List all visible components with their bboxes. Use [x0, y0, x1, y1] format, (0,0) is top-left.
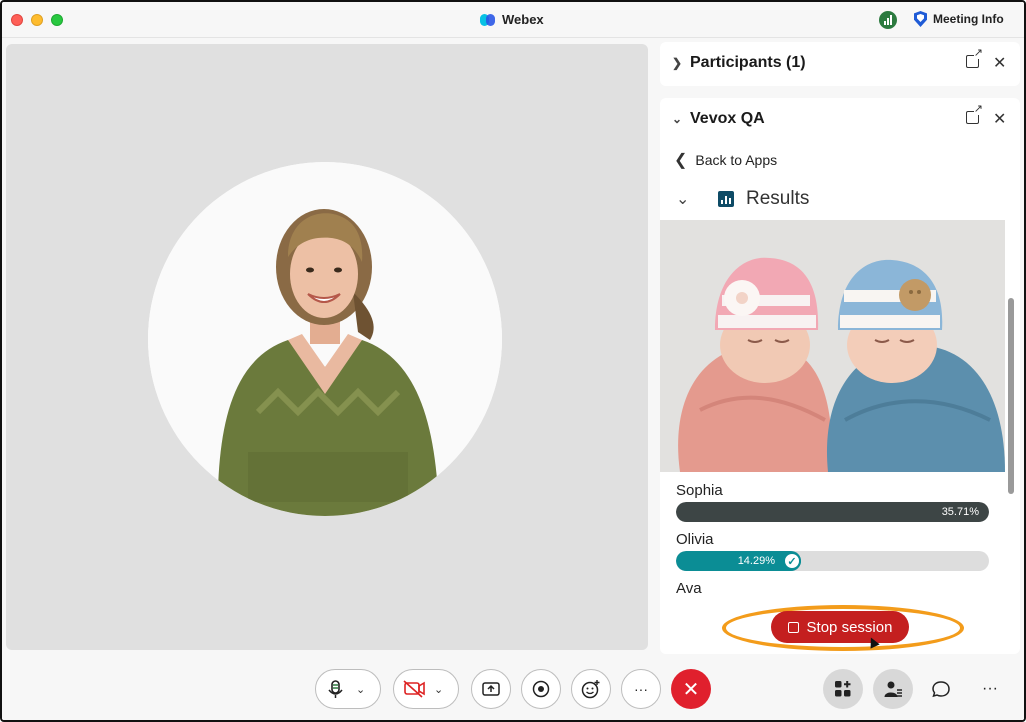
app-title-text: Webex [502, 12, 544, 27]
chevron-down-icon[interactable]: ⌄ [434, 683, 443, 696]
back-to-apps-label: Back to Apps [695, 152, 778, 168]
reactions-icon [581, 680, 600, 699]
chevron-down-icon[interactable]: ⌄ [356, 683, 365, 696]
popout-icon[interactable] [966, 104, 983, 124]
back-to-apps-link[interactable]: ❮ Back to Apps [674, 150, 777, 170]
zoom-window-button[interactable] [51, 14, 63, 26]
mute-button[interactable]: ⌄ [315, 669, 381, 709]
end-call-button[interactable]: ✕ [671, 669, 711, 709]
overflow-button[interactable]: ··· [972, 669, 1008, 709]
microphone-icon [328, 680, 343, 698]
share-icon [482, 682, 500, 696]
close-window-button[interactable] [11, 14, 23, 26]
chevron-down-icon: ⌄ [676, 191, 690, 208]
participants-button[interactable] [873, 669, 913, 709]
end-call-icon: ✕ [682, 678, 700, 701]
results-chart-icon [718, 191, 734, 207]
option-name: Ava [676, 580, 702, 596]
result-bar-track: 14.29% ✓ [676, 551, 989, 571]
chevron-left-icon: ❮ [674, 152, 688, 169]
participants-panel: ❯ Participants (1) ✕ [660, 42, 1020, 86]
more-button[interactable]: ··· [621, 669, 661, 709]
shield-icon [914, 11, 927, 27]
chat-button[interactable] [923, 669, 959, 709]
share-button[interactable] [471, 669, 511, 709]
title-bar: Webex Meeting Info [2, 2, 1024, 38]
result-option-sophia: Sophia 35.71% [676, 482, 989, 522]
option-name: Olivia [676, 531, 714, 548]
results-scrollbar[interactable] [1008, 298, 1014, 494]
video-stage [6, 44, 648, 650]
chevron-down-icon: ⌄ [672, 112, 683, 126]
stop-session-button[interactable]: Stop session [771, 611, 909, 643]
result-bar-track: 35.71% [676, 502, 989, 522]
overflow-icon: ··· [982, 680, 998, 697]
participants-icon [884, 681, 902, 697]
results-label: Results [746, 188, 810, 209]
result-percent: 35.71% [941, 506, 979, 518]
minimize-window-button[interactable] [31, 14, 43, 26]
signal-icon[interactable] [879, 11, 897, 29]
record-icon [532, 680, 550, 698]
record-button[interactable] [521, 669, 561, 709]
participants-header[interactable]: ❯ Participants (1) [672, 54, 806, 72]
video-off-icon [403, 680, 425, 698]
vevox-header[interactable]: ⌄ Vevox QA [672, 110, 765, 128]
option-name: Sophia [676, 482, 723, 499]
meeting-toolbar: ⌄ ⌄ ··· ✕ ··· [2, 658, 1024, 720]
chevron-right-icon: ❯ [672, 56, 683, 70]
meeting-info-button[interactable]: Meeting Info [914, 11, 1004, 27]
apps-icon [835, 681, 851, 697]
vevox-panel: ⌄ Vevox QA ✕ ❮ Back to Apps ⌄ Results [660, 98, 1020, 654]
result-bar-fill: 35.71% [676, 502, 989, 522]
result-option-olivia: Olivia 14.29% ✓ [676, 531, 989, 571]
vevox-title: Vevox QA [690, 110, 765, 127]
webex-logo-icon [480, 13, 496, 26]
result-bar-fill: 14.29% ✓ [676, 551, 801, 571]
result-percent: 14.29% [737, 555, 775, 567]
apps-button[interactable] [823, 669, 863, 709]
results-header[interactable]: ⌄ Results [676, 188, 809, 210]
check-icon: ✓ [783, 552, 801, 570]
participants-title: Participants (1) [690, 54, 806, 71]
meeting-info-label: Meeting Info [933, 12, 1004, 26]
app-window: Webex Meeting Info ❯ Participants (1) ↗ … [0, 0, 1026, 722]
video-button[interactable]: ⌄ [393, 669, 459, 709]
result-option-ava: Ava [676, 580, 989, 596]
more-icon: ··· [634, 681, 648, 697]
popout-icon[interactable] [966, 48, 983, 68]
results-scroll-area[interactable]: Sophia 35.71% Olivia 14.29% ✓ Ava [660, 220, 1006, 596]
chat-icon [932, 681, 950, 698]
participant-video [148, 162, 502, 516]
close-icon[interactable]: ✕ [993, 109, 1006, 129]
stop-icon [787, 621, 799, 633]
participant-image [148, 162, 502, 516]
stop-session-label: Stop session [806, 618, 893, 636]
app-title: Webex [480, 12, 544, 27]
close-icon[interactable]: ✕ [993, 53, 1006, 73]
question-image [660, 220, 1005, 472]
reactions-button[interactable] [571, 669, 611, 709]
